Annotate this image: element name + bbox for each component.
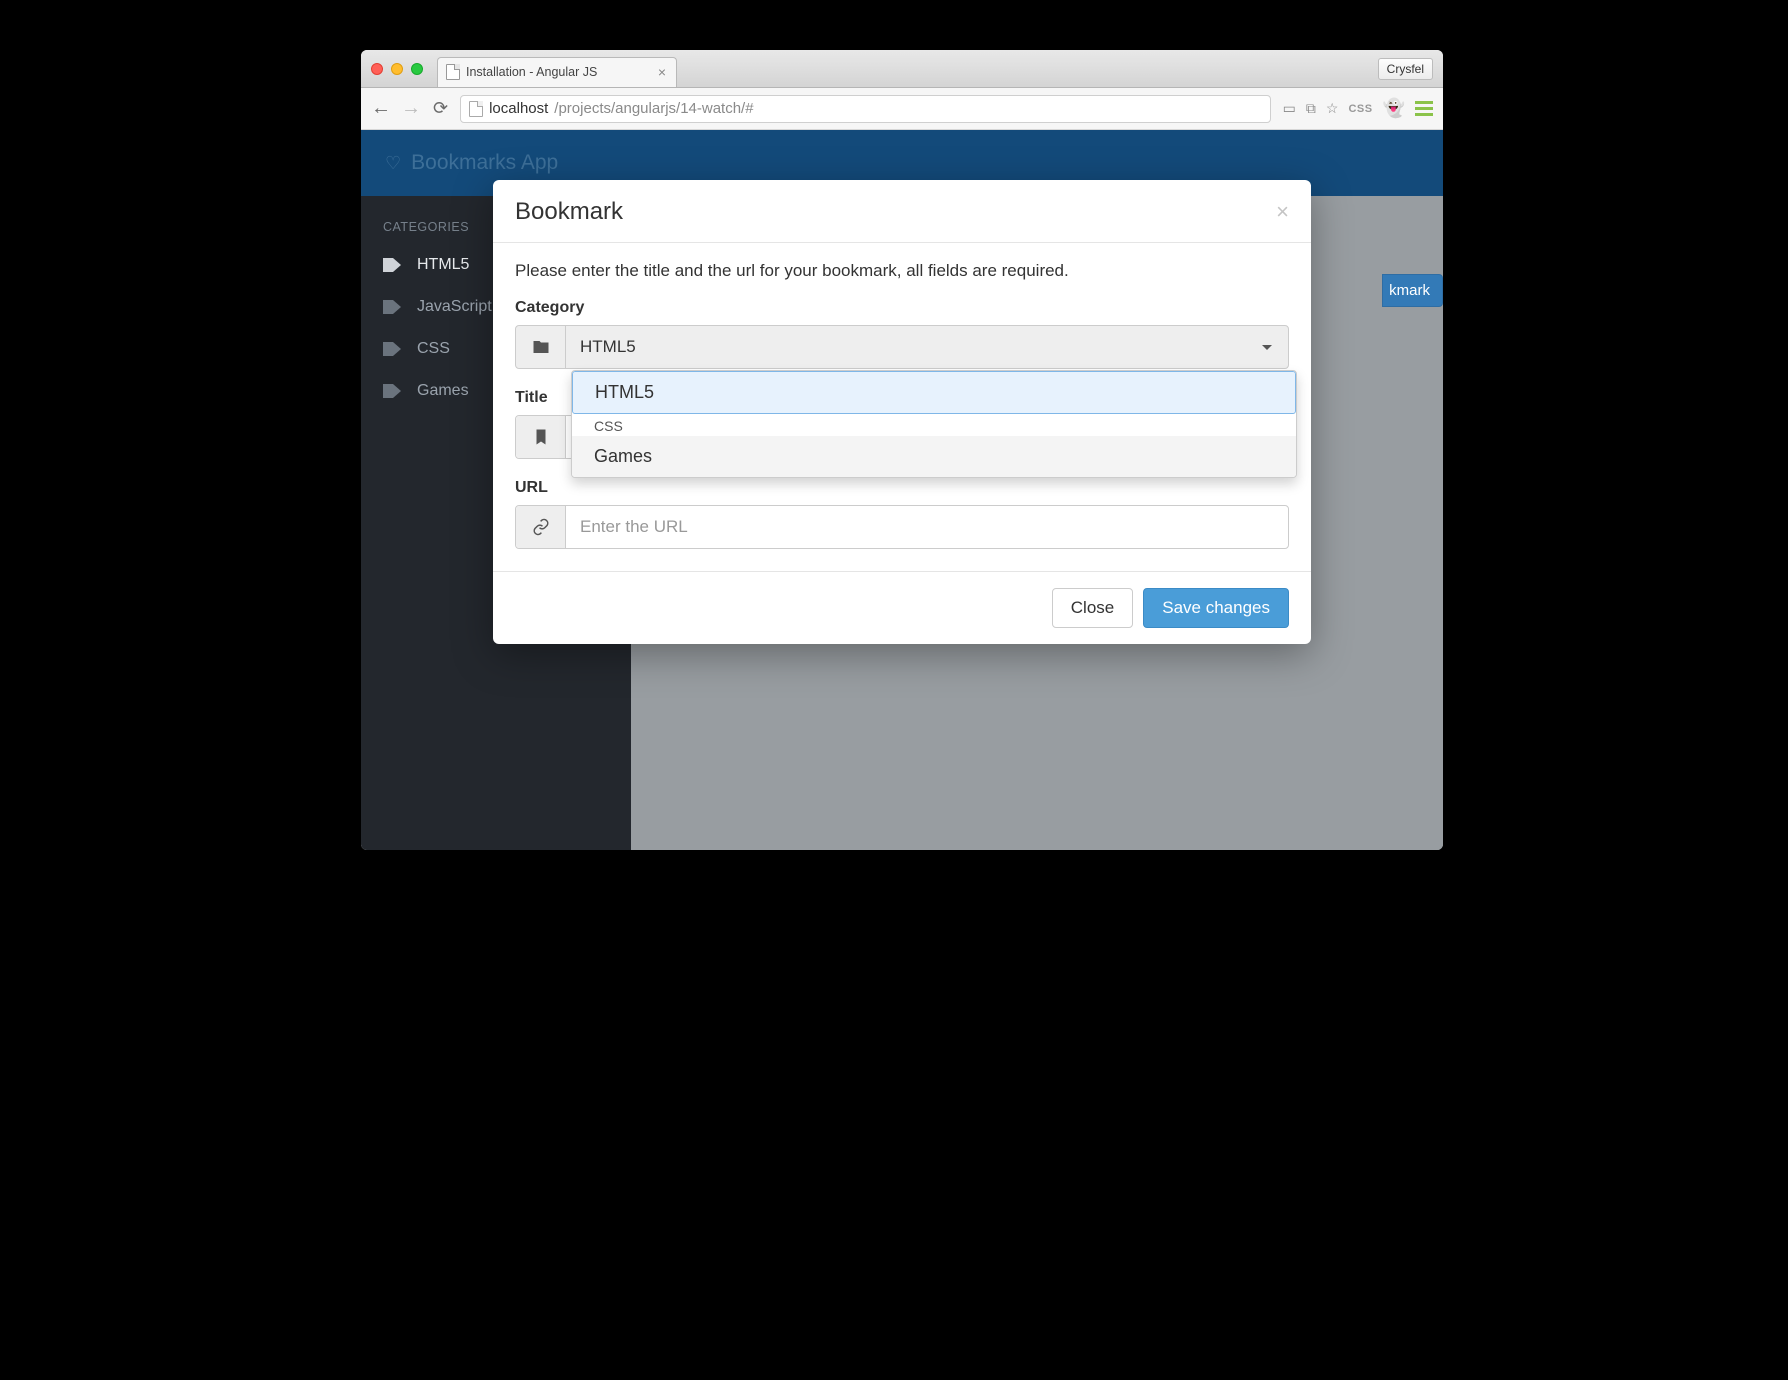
url-input-group (515, 505, 1289, 549)
save-button-label: Save changes (1162, 598, 1270, 617)
url-label: URL (515, 479, 1289, 497)
browser-window: Installation - Angular JS × Crysfel ← → … (361, 50, 1443, 850)
bookmark-modal: Bookmark × Please enter the title and th… (493, 180, 1311, 644)
back-button[interactable]: ← (371, 97, 391, 120)
toolbar-extensions: ▭ ⧉ ☆ CSS 👻 (1283, 98, 1433, 119)
bookmark-star-icon[interactable]: ☆ (1326, 100, 1339, 117)
option-label: CSS (594, 418, 623, 434)
window-minimize-button[interactable] (391, 63, 403, 75)
profile-name: Crysfel (1387, 62, 1424, 76)
window-close-button[interactable] (371, 63, 383, 75)
window-maximize-button[interactable] (411, 63, 423, 75)
close-button[interactable]: Close (1052, 588, 1133, 628)
url-host: localhost (489, 100, 548, 117)
devtools-icon[interactable]: ⧉ (1306, 100, 1316, 117)
modal-title: Bookmark (515, 198, 623, 226)
bookmark-icon (516, 416, 566, 458)
app-brand: Bookmarks App (411, 151, 558, 175)
category-select[interactable]: HTML5 HTML5 CSS Games (515, 325, 1289, 369)
heart-icon: ♡ (385, 153, 401, 174)
close-button-label: Close (1071, 598, 1114, 617)
app-viewport: ♡ Bookmarks App CATEGORIES HTML5 JavaScr… (361, 130, 1443, 850)
modal-close-icon[interactable]: × (1276, 201, 1289, 223)
devices-icon[interactable]: ▭ (1283, 100, 1296, 117)
chrome-menu-button[interactable] (1415, 101, 1433, 116)
modal-helper-text: Please enter the title and the url for y… (515, 261, 1289, 281)
window-titlebar: Installation - Angular JS × Crysfel (361, 50, 1443, 88)
browser-tab[interactable]: Installation - Angular JS × (437, 57, 677, 87)
folder-icon (516, 326, 566, 368)
page-icon (446, 64, 460, 80)
category-selected-value: HTML5 (566, 326, 1288, 368)
chevron-down-icon (1262, 345, 1272, 350)
category-option-html5[interactable]: HTML5 (572, 371, 1296, 414)
modal-footer: Close Save changes (493, 571, 1311, 644)
reload-button[interactable]: ⟳ (433, 98, 448, 119)
category-option-games[interactable]: Games (572, 436, 1296, 477)
window-controls (371, 63, 423, 75)
category-label: Category (515, 299, 1289, 317)
category-option-css[interactable]: CSS (572, 414, 1296, 436)
css-extension-icon[interactable]: CSS (1348, 103, 1372, 115)
forward-button[interactable]: → (401, 97, 421, 120)
modal-header: Bookmark × (493, 180, 1311, 243)
tab-title: Installation - Angular JS (466, 65, 597, 79)
category-dropdown: HTML5 CSS Games (571, 370, 1297, 478)
link-icon (516, 506, 566, 548)
modal-body: Please enter the title and the url for y… (493, 243, 1311, 571)
tab-close-icon[interactable]: × (658, 65, 666, 79)
profile-button[interactable]: Crysfel (1378, 58, 1433, 80)
option-label: HTML5 (595, 382, 654, 402)
save-button[interactable]: Save changes (1143, 588, 1289, 628)
nav-arrows: ← → (371, 97, 421, 120)
url-path: /projects/angularjs/14-watch/# (554, 100, 753, 117)
ghostery-icon[interactable]: 👻 (1383, 98, 1405, 119)
browser-toolbar: ← → ⟳ localhost/projects/angularjs/14-wa… (361, 88, 1443, 130)
site-icon (469, 101, 483, 117)
option-label: Games (594, 446, 652, 466)
url-input[interactable] (566, 506, 1288, 548)
address-bar[interactable]: localhost/projects/angularjs/14-watch/# (460, 95, 1271, 123)
